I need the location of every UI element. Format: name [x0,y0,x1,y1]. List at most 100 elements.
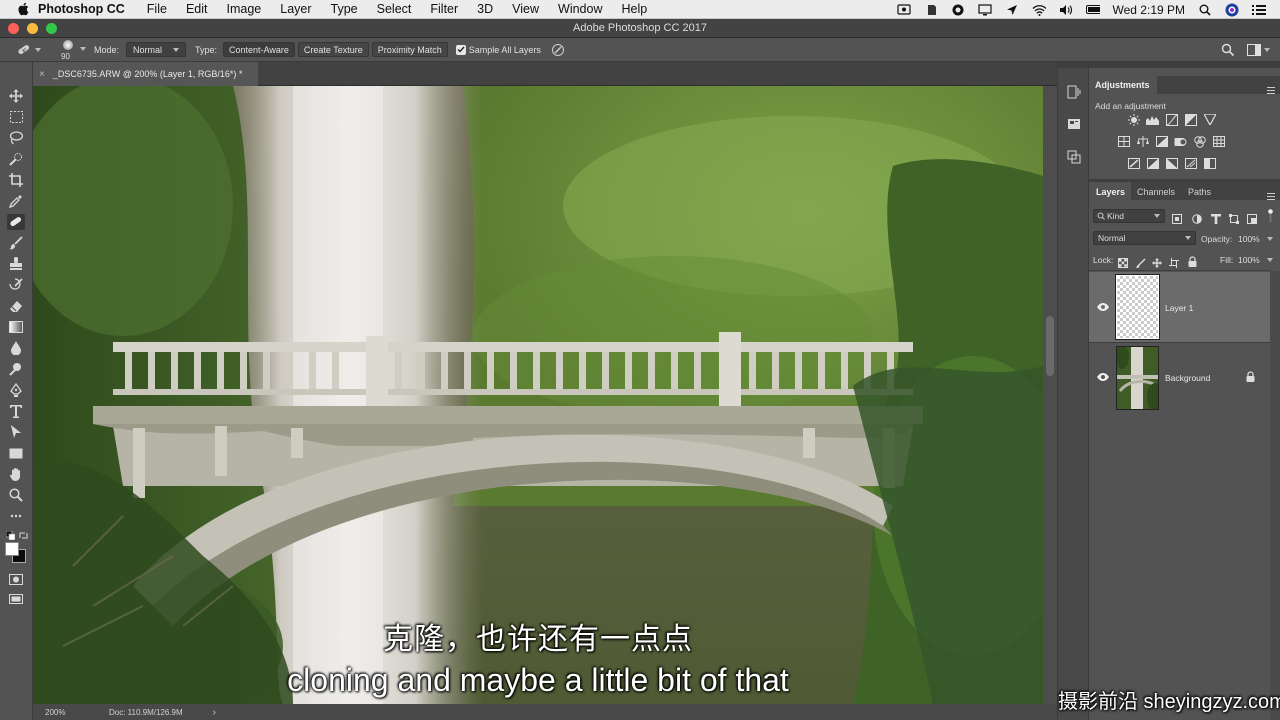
tool-preset-picker[interactable] [16,42,42,58]
visibility-eye-icon[interactable] [1097,303,1109,311]
siri-icon[interactable] [1225,3,1239,16]
chevron-down-icon[interactable] [1267,237,1273,241]
mode-dropdown[interactable]: Normal [126,42,187,57]
brush-size-picker[interactable]: 90 [58,39,88,61]
lasso-tool-icon[interactable] [7,130,25,146]
lock-position-icon[interactable] [1152,255,1162,268]
menu-file[interactable]: File [147,2,167,16]
posterize-icon[interactable] [1146,158,1159,169]
sample-all-layers-checkbox[interactable] [455,44,466,55]
more-tools-icon[interactable] [7,508,25,524]
invert-icon[interactable] [1127,158,1140,169]
levels-icon[interactable] [1146,114,1159,125]
brightness-contrast-icon[interactable] [1127,113,1140,126]
chevron-down-icon[interactable] [1267,258,1273,262]
type-tool-icon[interactable] [7,403,25,419]
dodge-tool-icon[interactable] [7,361,25,377]
marquee-tool-icon[interactable] [7,109,25,125]
filter-smart-object-icon[interactable] [1247,211,1257,224]
create-texture-button[interactable]: Create Texture [297,42,369,57]
quick-selection-tool-icon[interactable] [7,151,25,167]
panel-grip[interactable] [1089,62,1280,68]
foreground-color-swatch[interactable] [5,542,19,556]
minimize-window-button[interactable] [27,23,38,34]
spotlight-search-icon[interactable] [1198,4,1212,16]
channels-tab-label[interactable]: Channels [1137,187,1175,197]
search-icon[interactable] [1221,43,1235,57]
dock-grip[interactable] [1058,62,1088,68]
zoom-level[interactable]: 200% [45,708,97,717]
menu-help[interactable]: Help [622,2,648,16]
panel-menu-icon[interactable] [1267,81,1275,94]
close-window-button[interactable] [8,23,19,34]
layers-panel-menu-icon[interactable] [1267,187,1275,200]
menubar-clock[interactable]: Wed 2:19 PM [1113,3,1185,17]
zoom-tool-icon[interactable] [7,487,25,503]
background-layer-name[interactable]: Background [1165,373,1210,383]
menu-window[interactable]: Window [558,2,602,16]
app-name-menu[interactable]: Photoshop CC [38,2,125,16]
content-aware-button[interactable]: Content-Aware [223,42,295,57]
pressure-size-icon[interactable] [551,43,565,57]
lock-image-pixels-icon[interactable] [1136,255,1146,268]
wifi-icon[interactable] [1032,4,1046,16]
layer-row-background[interactable]: Background [1089,343,1270,413]
layer-row-layer-1[interactable]: Layer 1 [1089,272,1270,342]
menu-image[interactable]: Image [227,2,262,16]
eraser-tool-icon[interactable] [7,298,25,314]
document-canvas[interactable] [33,86,1043,704]
quick-mask-icon[interactable] [7,571,25,587]
curves-icon[interactable] [1165,113,1178,126]
filter-adjustment-icon[interactable] [1192,211,1202,224]
color-lookup-icon[interactable] [1212,136,1225,147]
apple-menu-icon[interactable] [16,2,30,16]
blur-tool-icon[interactable] [7,340,25,356]
rectangle-tool-icon[interactable] [7,445,25,461]
exposure-icon[interactable] [1184,113,1197,126]
filter-shape-icon[interactable] [1229,211,1239,224]
swap-colors-icon[interactable] [19,527,28,539]
move-tool-icon[interactable] [7,88,25,104]
history-panel-icon[interactable] [1066,84,1082,100]
gradient-map-icon[interactable] [1184,158,1197,169]
hand-tool-icon[interactable] [7,466,25,482]
black-white-icon[interactable] [1155,136,1168,147]
fill-input[interactable]: 100% [1238,255,1260,265]
menu-3d[interactable]: 3D [477,2,493,16]
menu-view[interactable]: View [512,2,539,16]
location-arrow-icon[interactable] [1005,4,1019,16]
workspace-switcher-icon[interactable] [1247,43,1271,57]
paths-tab-label[interactable]: Paths [1188,187,1211,197]
threshold-icon[interactable] [1165,158,1178,169]
default-colors-icon[interactable] [5,527,16,541]
volume-icon[interactable] [1059,4,1073,16]
crop-tool-icon[interactable] [7,172,25,188]
filter-toggle-switch[interactable] [1268,209,1273,223]
menu-edit[interactable]: Edit [186,2,208,16]
lock-artboard-icon[interactable] [1169,255,1179,268]
color-balance-icon[interactable] [1136,136,1149,147]
filter-type-icon[interactable] [1211,211,1221,224]
menu-layer[interactable]: Layer [280,2,311,16]
properties-panel-icon[interactable] [1066,116,1082,132]
brush-tool-icon[interactable] [7,235,25,251]
proximity-match-button[interactable]: Proximity Match [371,42,448,57]
menu-type[interactable]: Type [331,2,358,16]
selective-color-icon[interactable] [1203,158,1216,169]
spot-healing-brush-tool-icon[interactable] [7,214,25,230]
layers-panel-scrollbar[interactable] [1270,271,1280,720]
channel-mixer-icon[interactable] [1193,135,1206,148]
clone-stamp-tool-icon[interactable] [7,256,25,272]
pen-tool-icon[interactable] [7,382,25,398]
battery-icon[interactable] [1085,4,1100,16]
photo-filter-icon[interactable] [1174,136,1187,147]
layer-1-name[interactable]: Layer 1 [1165,303,1193,313]
creative-cloud-icon[interactable] [951,4,965,16]
vibrance-icon[interactable] [1203,114,1216,125]
menu-select[interactable]: Select [377,2,412,16]
close-tab-icon[interactable]: × [39,69,45,80]
maximize-window-button[interactable] [46,23,57,34]
filter-pixel-icon[interactable] [1172,211,1182,224]
hue-saturation-icon[interactable] [1117,136,1130,147]
document-tab[interactable]: × _DSC6735.ARW @ 200% (Layer 1, RGB/16*)… [33,62,258,86]
